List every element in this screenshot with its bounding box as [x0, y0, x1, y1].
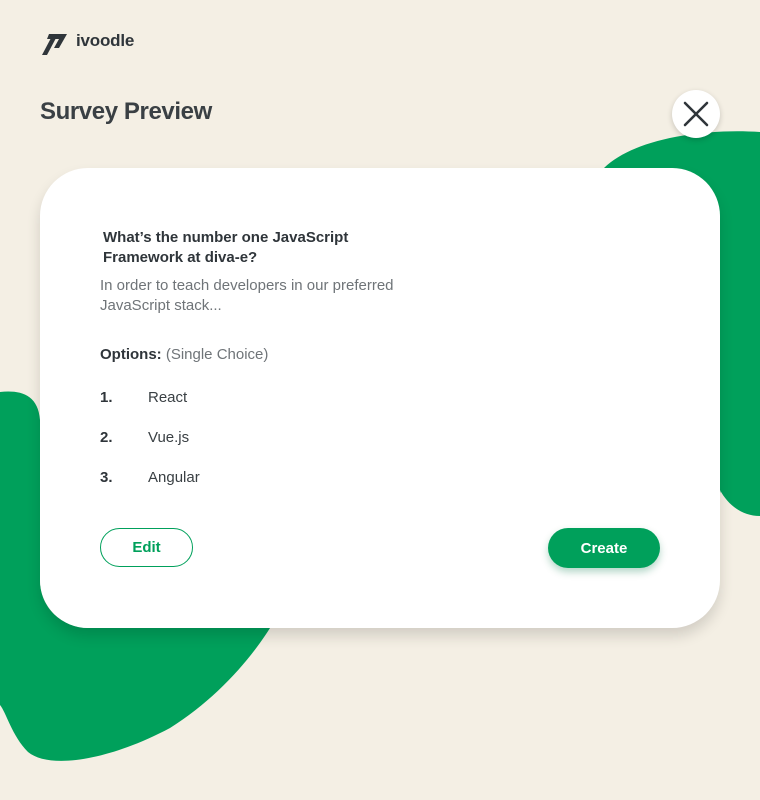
option-item: 1. React — [100, 388, 200, 428]
option-label: Vue.js — [148, 429, 190, 446]
survey-preview-card: What’s the number one JavaScript Framewo… — [40, 168, 720, 628]
option-item: 3. Angular — [100, 468, 200, 508]
brand-name: ivoodle — [76, 31, 135, 50]
close-icon — [683, 101, 709, 127]
options-type: (Single Choice) — [165, 346, 269, 363]
option-number: 1. — [100, 389, 113, 406]
page-title: Survey Preview — [40, 98, 212, 125]
option-label: Angular — [148, 469, 200, 486]
question-description: In order to teach developers in our pref… — [100, 277, 394, 314]
option-label: React — [148, 389, 188, 406]
ivoodle-logo-icon — [42, 34, 67, 55]
option-number: 2. — [100, 429, 113, 446]
options-label: Options: — [100, 346, 162, 363]
close-button[interactable] — [672, 90, 720, 138]
option-item: 2. Vue.js — [100, 428, 200, 468]
question-title: What’s the number one JavaScript Framewo… — [103, 229, 349, 266]
edit-button[interactable]: Edit — [100, 528, 193, 567]
options-heading: Options: (Single Choice) — [100, 345, 268, 365]
ivoodle-logo[interactable]: ivoodle — [40, 26, 134, 56]
create-button[interactable]: Create — [548, 528, 660, 568]
option-number: 3. — [100, 469, 113, 486]
options-list: 1. React 2. Vue.js 3. Angular — [100, 388, 200, 508]
